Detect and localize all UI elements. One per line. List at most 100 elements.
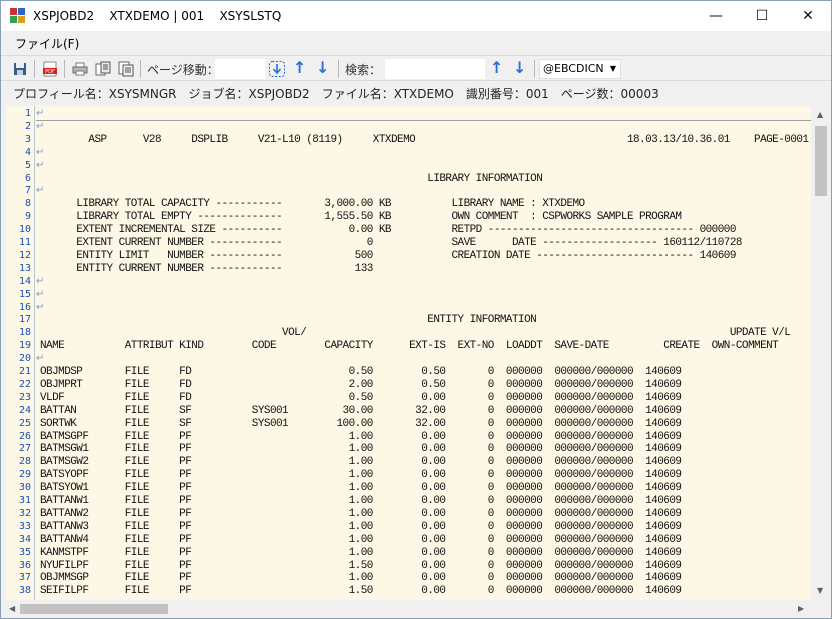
listing-line: EXTENT INCREMENTAL SIZE ---------- 0.00 … bbox=[40, 224, 736, 237]
menu-file[interactable]: ファイル(F) bbox=[15, 35, 79, 52]
listing-line: ASP V28 DSPLIB V21-L10 (8119) XTXDEMO 18… bbox=[40, 133, 809, 146]
line-number: 1 bbox=[24, 108, 31, 119]
toolbar-separator bbox=[34, 60, 35, 78]
minimize-button[interactable]: — bbox=[693, 1, 739, 31]
listing-line: ENTITY INFORMATION bbox=[40, 314, 537, 327]
line-number: 34 bbox=[18, 533, 31, 545]
line-number: 37 bbox=[18, 572, 31, 584]
ruler-line bbox=[36, 120, 811, 121]
listing-line: BATTANW3 FILE PF 1.00 0.00 0 000000 0000… bbox=[40, 520, 682, 533]
listing-line: BATMSGW2 FILE PF 1.00 0.00 0 000000 0000… bbox=[40, 456, 682, 469]
listing-line: OBJMPRT FILE FD 2.00 0.50 0 000000 00000… bbox=[40, 378, 682, 391]
listing-line: BATSYOPF FILE PF 1.00 0.00 0 000000 0000… bbox=[40, 469, 682, 482]
search-input[interactable] bbox=[385, 59, 485, 79]
line-number: 19 bbox=[18, 340, 31, 352]
window-title: XSPJOBD2 XTXDEMO | 001 XSYSLSTQ bbox=[33, 9, 282, 23]
vertical-scroll-thumb[interactable] bbox=[815, 126, 827, 196]
listing-line: SORTWK FILE SF SYS001 100.00 32.00 0 000… bbox=[40, 417, 682, 430]
listing-line: VLDF FILE FD 0.50 0.00 0 000000 000000/0… bbox=[40, 391, 682, 404]
line-return-icon: ↵ bbox=[36, 185, 45, 197]
close-button[interactable]: ✕ bbox=[785, 1, 831, 31]
listing-line: SEIFILPF FILE PF 1.50 0.00 0 000000 0000… bbox=[40, 585, 682, 598]
page-down-icon[interactable]: ↓ bbox=[316, 58, 329, 77]
line-number: 29 bbox=[18, 469, 31, 481]
page-up-icon[interactable]: ↑ bbox=[293, 58, 306, 77]
toolbar-separator bbox=[534, 60, 535, 78]
line-number: 30 bbox=[18, 482, 31, 494]
search-next-icon[interactable]: ↓ bbox=[513, 58, 526, 77]
listing-line: ENTITY CURRENT NUMBER ------------ 133 bbox=[40, 262, 373, 275]
maximize-button[interactable]: ☐ bbox=[739, 1, 785, 31]
line-number: 38 bbox=[18, 585, 31, 597]
line-number: 17 bbox=[18, 314, 31, 326]
vertical-scrollbar[interactable]: ▲ ▼ bbox=[811, 106, 831, 600]
line-number: 10 bbox=[18, 224, 31, 236]
info-profile: プロフィール名：XSYSMNGR bbox=[13, 86, 177, 101]
listing-line: BATMSGW1 FILE PF 1.00 0.00 0 000000 0000… bbox=[40, 443, 682, 456]
print-icon[interactable] bbox=[71, 60, 89, 78]
scroll-right-icon[interactable]: ▶ bbox=[798, 604, 804, 613]
line-number: 27 bbox=[18, 443, 31, 455]
listing-line: BATTAN FILE SF SYS001 30.00 32.00 0 0000… bbox=[40, 404, 682, 417]
horizontal-scroll-thumb[interactable] bbox=[20, 604, 168, 614]
title-bar[interactable]: XSPJOBD2 XTXDEMO | 001 XSYSLSTQ — ☐ ✕ bbox=[1, 1, 831, 31]
line-number: 16 bbox=[18, 301, 31, 313]
line-number: 35 bbox=[18, 546, 31, 558]
toolbar-separator bbox=[140, 60, 141, 78]
pdf-icon[interactable]: PDF bbox=[41, 60, 59, 78]
info-id: 識別番号：001 bbox=[465, 86, 549, 101]
line-number: 26 bbox=[18, 430, 31, 442]
listing-line: OBJMMSGP FILE PF 1.00 0.00 0 000000 0000… bbox=[40, 572, 682, 585]
search-prev-icon[interactable]: ↑ bbox=[490, 58, 503, 77]
scroll-left-icon[interactable]: ◀ bbox=[9, 604, 15, 613]
toolbar-separator bbox=[338, 60, 339, 78]
scroll-up-icon[interactable]: ▲ bbox=[817, 110, 823, 119]
line-number: 36 bbox=[18, 559, 31, 571]
line-number: 14 bbox=[18, 275, 31, 287]
line-number: 25 bbox=[18, 417, 31, 429]
line-number: 31 bbox=[18, 495, 31, 506]
line-number: 23 bbox=[18, 391, 31, 403]
scroll-down-icon[interactable]: ▼ bbox=[817, 586, 823, 595]
listing-line: BATTANW1 FILE PF 1.00 0.00 0 000000 0000… bbox=[40, 495, 682, 507]
page-move-input[interactable] bbox=[215, 59, 265, 79]
svg-text:PDF: PDF bbox=[45, 69, 55, 75]
info-file: ファイル名：XTXDEMO bbox=[321, 86, 454, 101]
encoding-value: @EBCDICN bbox=[543, 62, 604, 75]
page-jump-icon[interactable] bbox=[268, 60, 286, 78]
line-number: 13 bbox=[18, 262, 31, 274]
line-return-icon: ↵ bbox=[36, 275, 45, 287]
toolbar: PDF ページ移動： ↑ ↓ 検索： ↑ ↓ @EBCDICN ▼ bbox=[1, 55, 831, 81]
listing-line: BATSYOW1 FILE PF 1.00 0.00 0 000000 0000… bbox=[40, 482, 682, 495]
listing-line: ENTITY LIMIT NUMBER ------------ 500 CRE… bbox=[40, 249, 736, 262]
listing-line: BATTANW4 FILE PF 1.00 0.00 0 000000 0000… bbox=[40, 533, 682, 546]
listing-line: NAME ATTRIBUT KIND CODE CAPACITY EXT-IS … bbox=[40, 340, 779, 353]
line-number: 11 bbox=[18, 237, 31, 248]
encoding-select[interactable]: @EBCDICN ▼ bbox=[539, 59, 621, 79]
listing-line: NYUFILPF FILE PF 1.50 0.00 0 000000 0000… bbox=[40, 559, 682, 572]
listing-line: BATTANW2 FILE PF 1.00 0.00 0 000000 0000… bbox=[40, 507, 682, 520]
horizontal-scrollbar[interactable]: ◀ ▶ bbox=[6, 600, 811, 618]
line-number: 4 bbox=[24, 146, 31, 158]
line-number: 28 bbox=[18, 456, 31, 468]
search-label: 検索： bbox=[345, 63, 382, 77]
line-return-icon: ↵ bbox=[36, 108, 45, 119]
page-setup-icon[interactable] bbox=[117, 60, 135, 78]
line-number: 18 bbox=[18, 327, 31, 339]
app-window: XSPJOBD2 XTXDEMO | 001 XSYSLSTQ — ☐ ✕ ファ… bbox=[0, 0, 832, 619]
line-return-icon: ↵ bbox=[36, 120, 45, 132]
line-number: 24 bbox=[18, 404, 31, 416]
info-job: ジョブ名：XSPJOBD2 bbox=[188, 86, 310, 101]
line-number: 5 bbox=[24, 159, 31, 171]
line-number: 33 bbox=[18, 520, 31, 532]
listing-line: LIBRARY TOTAL CAPACITY ----------- 3,000… bbox=[40, 198, 585, 211]
line-number: 9 bbox=[24, 211, 31, 223]
line-number: 12 bbox=[18, 249, 31, 261]
toolbar-separator bbox=[64, 60, 65, 78]
save-icon[interactable] bbox=[11, 60, 29, 78]
listing-viewer[interactable]: 1 2 3 4 5 6 7 8 9 10 11 12 13 14 15 16 17 18 19 20 21 22 23 24 2… bbox=[6, 106, 811, 600]
line-number: 6 bbox=[24, 172, 31, 184]
listing-line: OBJMDSP FILE FD 0.50 0.50 0 000000 00000… bbox=[40, 366, 682, 378]
print-preview-icon[interactable] bbox=[94, 60, 112, 78]
listing-line: LIBRARY TOTAL EMPTY -------------- 1,555… bbox=[40, 211, 682, 224]
